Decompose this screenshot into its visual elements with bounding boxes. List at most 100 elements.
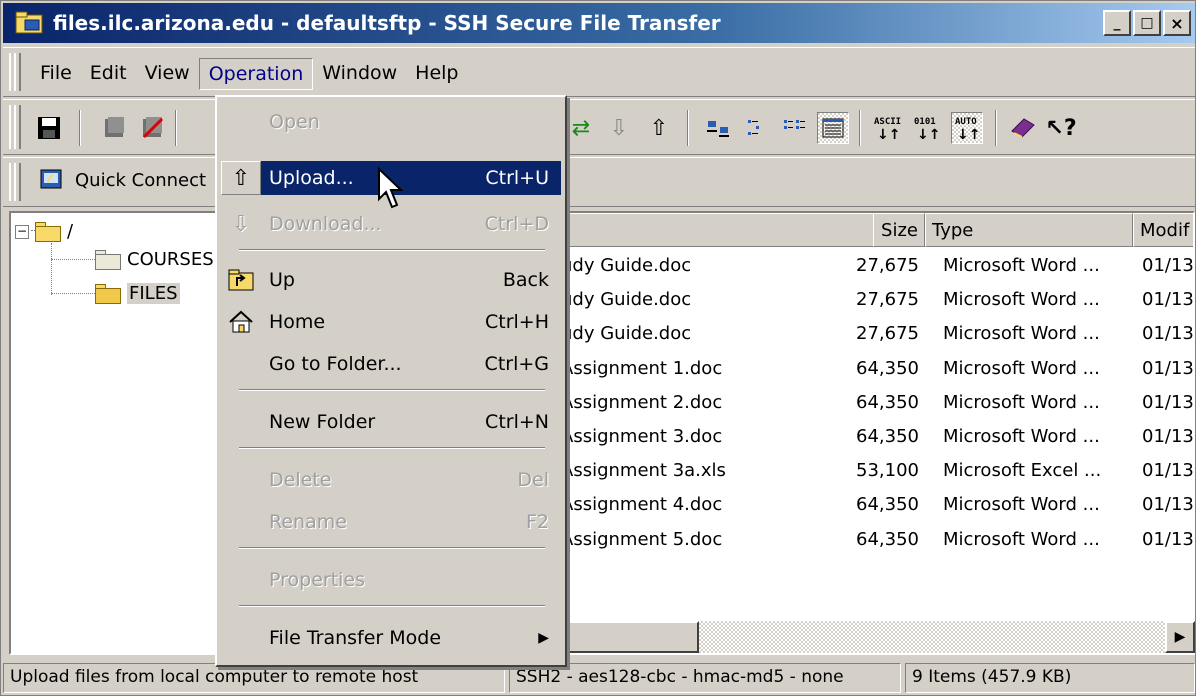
save-icon bbox=[38, 117, 60, 139]
menu-item-new-folder[interactable]: New Folder Ctrl+N bbox=[221, 405, 561, 439]
ascii-mode-button[interactable]: ASCII ↓↑ bbox=[871, 112, 903, 144]
menu-item-delete[interactable]: Delete Del bbox=[221, 463, 561, 497]
status-item-count: 9 Items (457.9 KB) bbox=[905, 663, 1195, 693]
menu-operation[interactable]: Operation bbox=[198, 58, 314, 90]
tree-item-courses[interactable]: COURSES bbox=[95, 249, 214, 270]
menu-help[interactable]: Help bbox=[406, 58, 467, 90]
tree-item-files[interactable]: FILES bbox=[95, 283, 180, 304]
svg-text:↓↑: ↓↑ bbox=[877, 127, 900, 142]
menubar-grip-2[interactable] bbox=[14, 53, 21, 91]
column-header-name[interactable] bbox=[543, 213, 925, 247]
table-row[interactable]: udy Guide.doc 27,675 Microsoft Word ... 01/… bbox=[543, 319, 1193, 353]
table-row[interactable]: Assignment 3.doc 64,350 Microsoft Word ...… bbox=[543, 422, 1193, 456]
quick-connect-button[interactable]: Quick Connect bbox=[39, 168, 206, 192]
list-button[interactable] bbox=[779, 112, 811, 144]
disconnect-icon bbox=[105, 117, 124, 137]
collapse-icon[interactable]: − bbox=[15, 224, 29, 239]
menu-item-rename[interactable]: Rename F2 bbox=[221, 505, 561, 539]
column-header-modified[interactable]: Modif bbox=[1133, 213, 1193, 247]
scrollbar-thumb[interactable] bbox=[561, 621, 699, 653]
table-row[interactable]: Assignment 5.doc 64,350 Microsoft Word ...… bbox=[543, 525, 1193, 559]
folder-up-icon bbox=[221, 263, 261, 297]
menu-view[interactable]: View bbox=[136, 58, 199, 90]
home-icon bbox=[221, 305, 261, 339]
upload-arrow-icon: ⇧ bbox=[221, 161, 261, 195]
toolbar-grip-2[interactable] bbox=[14, 105, 21, 149]
quick-connect-label: Quick Connect bbox=[75, 169, 207, 191]
title-bar[interactable]: files.ilc.arizona.edu - defaultsftp - SS… bbox=[3, 3, 1195, 43]
table-row[interactable]: udy Guide.doc 27,675 Microsoft Word ... 01/… bbox=[543, 285, 1193, 319]
refresh-button[interactable]: ⇄ bbox=[565, 112, 597, 144]
svg-text:↓↑: ↓↑ bbox=[957, 127, 980, 142]
save-button[interactable] bbox=[33, 112, 65, 144]
tree-item-label: / bbox=[67, 221, 74, 242]
status-connection: SSH2 - aes128-cbc - hmac-md5 - none bbox=[509, 663, 901, 693]
horizontal-scrollbar[interactable]: ▶ bbox=[561, 621, 1195, 653]
list-icon bbox=[784, 120, 805, 129]
whats-this-button[interactable]: ↖? bbox=[1045, 112, 1077, 144]
upload-button[interactable]: ⇧ bbox=[643, 112, 675, 144]
menu-item-download[interactable]: ⇩ Download... Ctrl+D bbox=[221, 207, 561, 241]
status-message: Upload files from local computer to remo… bbox=[3, 663, 505, 693]
disconnect-button[interactable] bbox=[99, 112, 131, 144]
menu-item-properties[interactable]: Properties bbox=[221, 563, 561, 597]
help-book-icon bbox=[1011, 118, 1035, 138]
tree-item-label: FILES bbox=[127, 283, 180, 304]
list-header: Size Type Modif bbox=[543, 213, 1193, 247]
menu-window[interactable]: Window bbox=[313, 58, 406, 90]
tree-item-root[interactable]: − / bbox=[15, 221, 73, 242]
scroll-right-button[interactable]: ▶ bbox=[1165, 621, 1195, 653]
menu-item-up[interactable]: Up Back bbox=[221, 263, 561, 297]
maximize-button[interactable]: □ bbox=[1133, 10, 1161, 36]
binary-icon: 0101↓↑ bbox=[914, 117, 940, 142]
large-icons-button[interactable] bbox=[703, 112, 735, 144]
folder-icon bbox=[35, 221, 61, 242]
details-button[interactable] bbox=[817, 112, 849, 144]
small-icons-button[interactable] bbox=[741, 112, 773, 144]
tree-item-label: COURSES bbox=[127, 249, 214, 270]
small-icons-icon bbox=[748, 120, 759, 135]
window-title: files.ilc.arizona.edu - defaultsftp - SS… bbox=[53, 11, 721, 35]
svg-text:ASCII: ASCII bbox=[874, 117, 901, 127]
column-header-size[interactable]: Size bbox=[873, 213, 925, 247]
column-header-type[interactable]: Type bbox=[925, 213, 1133, 247]
menu-item-file-transfer-mode[interactable]: File Transfer Mode ▶ bbox=[221, 621, 561, 655]
binary-mode-button[interactable]: 0101 ↓↑ bbox=[911, 112, 943, 144]
large-icons-icon bbox=[707, 121, 729, 137]
menu-item-open[interactable]: Open bbox=[221, 105, 561, 139]
download-arrow-icon: ⇩ bbox=[609, 115, 629, 141]
stop-icon bbox=[142, 117, 164, 139]
chevron-right-icon: ▶ bbox=[1174, 629, 1186, 645]
table-row[interactable]: Assignment 4.doc 64,350 Microsoft Word ...… bbox=[543, 490, 1193, 524]
table-row[interactable]: udy Guide.doc 27,675 Microsoft Word ... 01/… bbox=[543, 251, 1193, 285]
close-button[interactable]: × bbox=[1163, 10, 1191, 36]
remote-file-list[interactable]: Size Type Modif udy Guide.doc 27,675 Micro… bbox=[541, 211, 1195, 655]
svg-text:AUTO: AUTO bbox=[955, 117, 977, 127]
table-row[interactable]: Assignment 1.doc 64,350 Microsoft Word ...… bbox=[543, 354, 1193, 388]
menu-edit[interactable]: Edit bbox=[81, 58, 136, 90]
app-icon bbox=[15, 10, 45, 36]
status-bar: Upload files from local computer to remo… bbox=[3, 663, 1195, 695]
submenu-arrow-icon: ▶ bbox=[538, 630, 549, 646]
open-folder-icon bbox=[95, 283, 121, 304]
upload-arrow-icon: ⇧ bbox=[649, 115, 669, 141]
help-topics-button[interactable] bbox=[1007, 112, 1039, 144]
menu-item-go-to-folder[interactable]: Go to Folder... Ctrl+G bbox=[221, 347, 561, 381]
remote-folder-tree[interactable]: − / COURSES FILES bbox=[9, 211, 224, 655]
quickbar-grip-2[interactable] bbox=[14, 163, 21, 201]
table-row[interactable]: Assignment 2.doc 64,350 Microsoft Word ...… bbox=[543, 388, 1193, 422]
minimize-button[interactable]: _ bbox=[1103, 10, 1131, 36]
stop-button[interactable] bbox=[137, 112, 169, 144]
refresh-icon: ⇄ bbox=[571, 115, 591, 141]
download-button[interactable]: ⇩ bbox=[603, 112, 635, 144]
auto-mode-button[interactable]: AUTO ↓↑ bbox=[951, 112, 983, 144]
menu-bar: File Edit View Operation Window Help bbox=[3, 47, 1195, 97]
toolbar: ⇄ ⇩ ⇧ ASCII ↓↑ 0101 ↓↑ AUTO ↓↑ ↖? bbox=[3, 99, 1195, 155]
menu-item-home[interactable]: Home Ctrl+H bbox=[221, 305, 561, 339]
table-row[interactable]: Assignment 3a.xls 53,100 Microsoft Excel .… bbox=[543, 456, 1193, 490]
folder-icon bbox=[95, 249, 121, 270]
menu-file[interactable]: File bbox=[31, 58, 81, 90]
details-icon bbox=[822, 118, 844, 138]
svg-text:0101: 0101 bbox=[914, 117, 936, 127]
download-arrow-icon: ⇩ bbox=[231, 211, 251, 237]
